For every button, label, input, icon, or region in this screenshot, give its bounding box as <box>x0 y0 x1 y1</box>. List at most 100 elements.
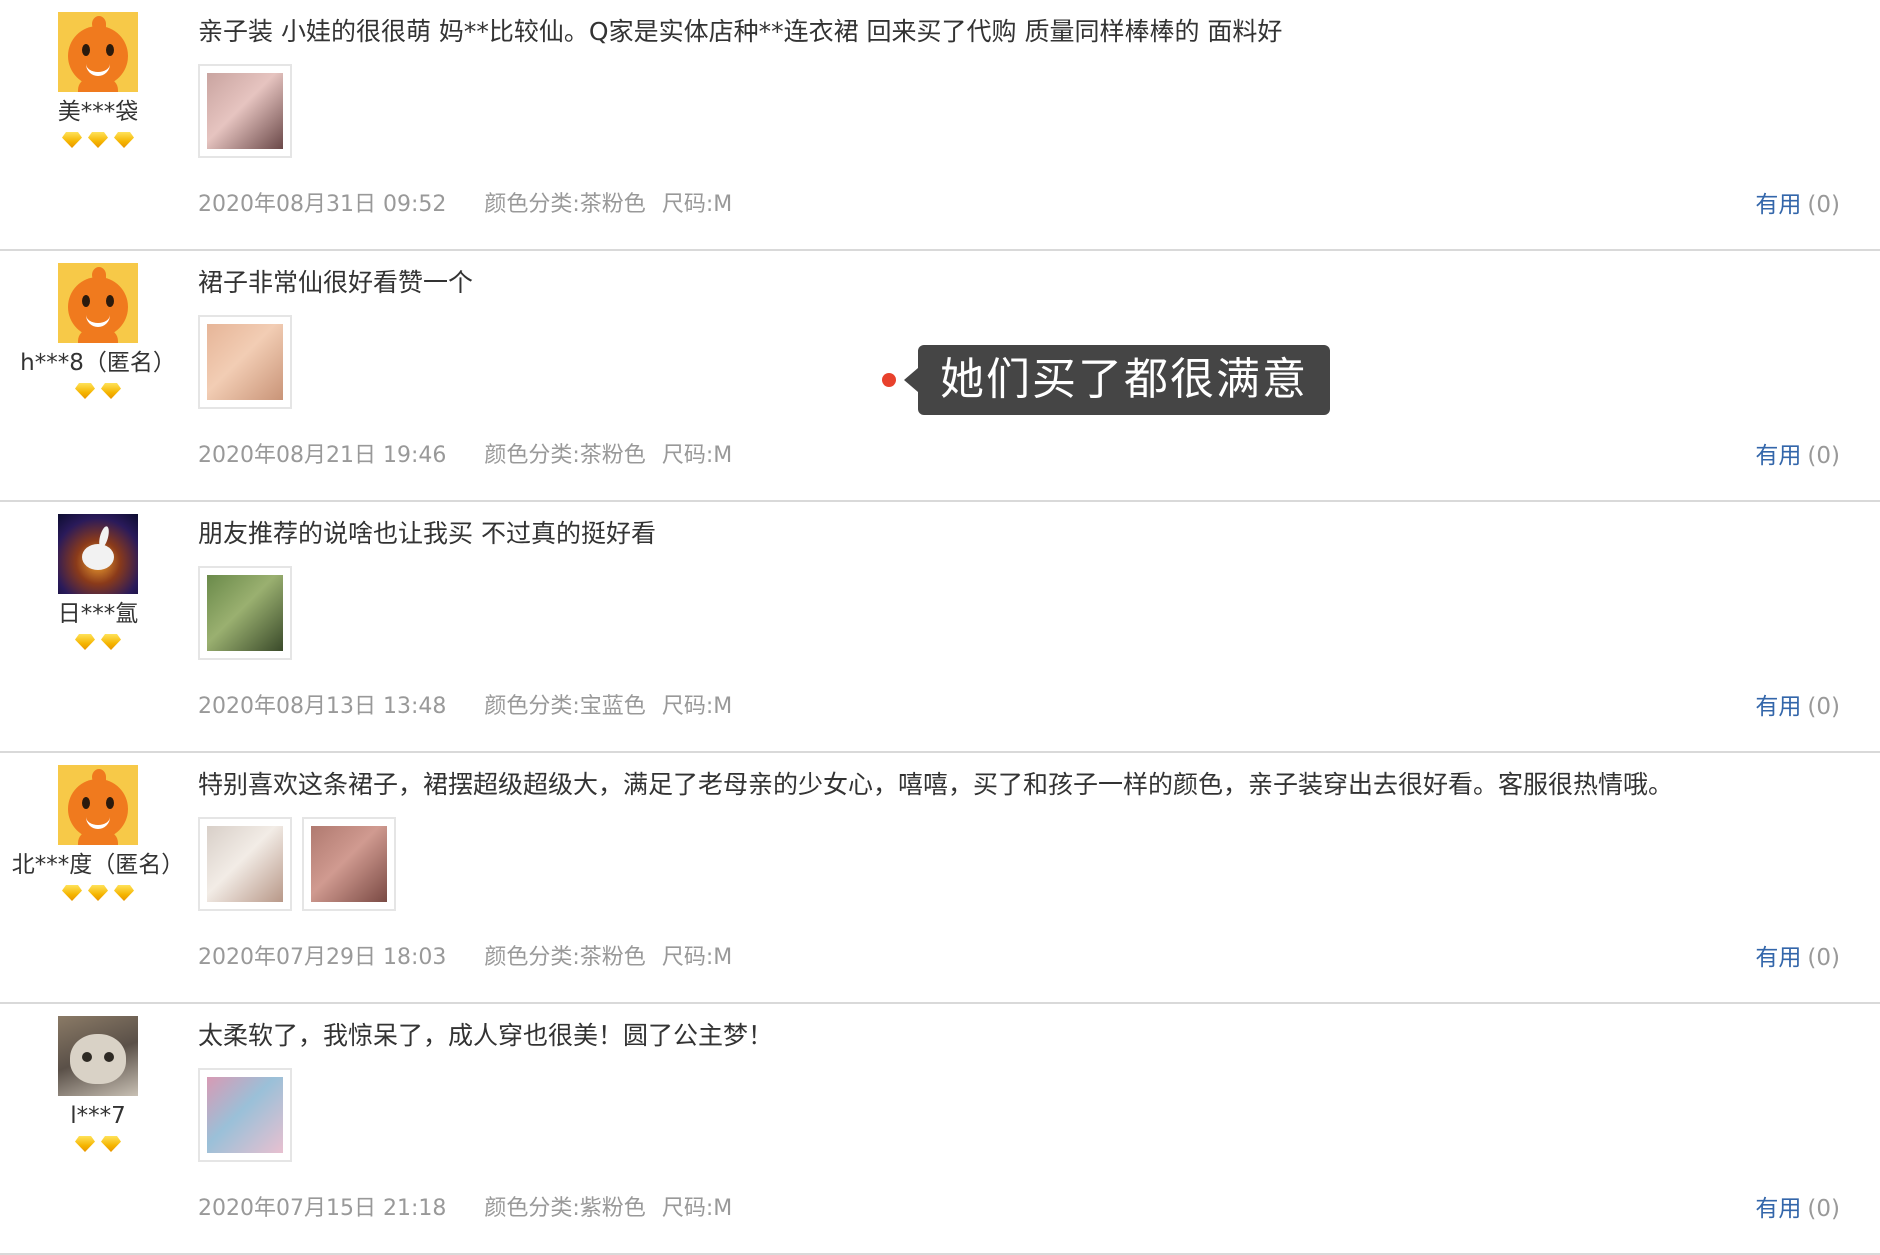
review-date: 2020年08月31日 09:52 <box>198 192 447 217</box>
avatar[interactable] <box>58 1016 138 1096</box>
reviewer-info: 北***度（匿名） <box>0 765 196 905</box>
review-photos <box>198 817 1860 913</box>
diamond-icon <box>62 132 82 148</box>
diamond-icon <box>75 383 95 399</box>
color-value: 紫粉色 <box>579 1196 646 1221</box>
review-content: 太柔软了，我惊呆了，成人穿也很美！圆了公主梦！ 2020年07月15日 21:18… <box>198 1016 1860 1222</box>
diamond-icon <box>101 383 121 399</box>
review-meta: 2020年08月31日 09:52 颜色分类:茶粉色 尺码:M <box>198 190 732 220</box>
review-meta: 2020年07月15日 21:18 颜色分类:紫粉色 尺码:M <box>198 1194 732 1224</box>
size-value: M <box>713 1196 733 1221</box>
reviewer-name[interactable]: 美***袋 <box>0 98 196 126</box>
diamond-icon <box>75 634 95 650</box>
useful-count: (0) <box>1807 694 1840 720</box>
color-value: 茶粉色 <box>579 443 646 468</box>
photo-image <box>207 324 283 400</box>
annotation-tooltip: 她们买了都很满意 <box>882 345 1330 415</box>
review-text: 裙子非常仙很好看赞一个 <box>198 268 474 297</box>
review-content: 朋友推荐的说啥也让我买 不过真的挺好看 2020年08月13日 13:48 颜色分类… <box>198 514 1860 720</box>
reviewer-info: 美***袋 <box>0 12 196 152</box>
review-content: 亲子装 小娃的很很萌 妈**比较仙。Q家是实体店种**连衣裙 回来买了代购 质量… <box>198 12 1860 218</box>
review-photo-thumbnail[interactable] <box>198 64 292 158</box>
reviewer-name[interactable]: l***7 <box>0 1102 196 1130</box>
color-value: 茶粉色 <box>579 945 646 970</box>
reviewer-info: 日***氲 <box>0 514 196 654</box>
useful-label[interactable]: 有用 <box>1755 192 1801 218</box>
size-value: M <box>713 694 733 719</box>
useful-button[interactable]: 有用 (0) <box>1755 1194 1840 1224</box>
color-label: 颜色分类: <box>484 945 580 970</box>
review-photos <box>198 1068 1860 1164</box>
diamond-icon <box>88 885 108 901</box>
reviewer-name[interactable]: 日***氲 <box>0 600 196 628</box>
diamond-icon <box>75 1136 95 1152</box>
reviewer-info: l***7 <box>0 1016 196 1156</box>
review-item: l***7 太柔软了，我惊呆了，成人穿也很美！圆了公主梦！ 2020年07月15日 … <box>0 1004 1880 1255</box>
size-label: 尺码: <box>661 694 714 719</box>
useful-count: (0) <box>1807 443 1840 469</box>
review-photos <box>198 64 1860 160</box>
diamond-icon <box>101 1136 121 1152</box>
diamond-icon <box>114 132 134 148</box>
useful-button[interactable]: 有用 (0) <box>1755 441 1840 471</box>
useful-button[interactable]: 有用 (0) <box>1755 190 1840 220</box>
diamond-icon <box>101 634 121 650</box>
useful-count: (0) <box>1807 1196 1840 1222</box>
avatar[interactable] <box>58 765 138 845</box>
color-label: 颜色分类: <box>484 192 580 217</box>
size-label: 尺码: <box>661 945 714 970</box>
review-text: 朋友推荐的说啥也让我买 不过真的挺好看 <box>198 519 656 548</box>
useful-label[interactable]: 有用 <box>1755 945 1801 971</box>
review-photo-thumbnail[interactable] <box>198 1068 292 1162</box>
red-dot-icon <box>882 373 896 387</box>
photo-image <box>207 826 283 902</box>
review-photo-thumbnail[interactable] <box>198 566 292 660</box>
review-date: 2020年08月21日 19:46 <box>198 443 447 468</box>
review-photo-thumbnail[interactable] <box>198 817 292 911</box>
reviewer-level <box>0 885 196 905</box>
avatar[interactable] <box>58 263 138 343</box>
review-photo-thumbnail[interactable] <box>302 817 396 911</box>
photo-image <box>207 1077 283 1153</box>
diamond-icon <box>114 885 134 901</box>
useful-label[interactable]: 有用 <box>1755 1196 1801 1222</box>
review-meta: 2020年08月13日 13:48 颜色分类:宝蓝色 尺码:M <box>198 692 732 722</box>
review-item: 美***袋 亲子装 小娃的很很萌 妈**比较仙。Q家是实体店种**连衣裙 回来买了… <box>0 0 1880 251</box>
review-date: 2020年07月15日 21:18 <box>198 1196 447 1221</box>
photo-image <box>207 575 283 651</box>
useful-count: (0) <box>1807 945 1840 971</box>
color-label: 颜色分类: <box>484 443 580 468</box>
useful-label[interactable]: 有用 <box>1755 443 1801 469</box>
color-value: 宝蓝色 <box>579 694 646 719</box>
review-item: 日***氲 朋友推荐的说啥也让我买 不过真的挺好看 2020年08月13日 13:4… <box>0 502 1880 753</box>
size-value: M <box>713 443 733 468</box>
reviewer-level <box>0 132 196 152</box>
tooltip-arrow <box>904 368 918 392</box>
useful-count: (0) <box>1807 192 1840 218</box>
review-item: 北***度（匿名） 特别喜欢这条裙子，裙摆超级超级大，满足了老母亲的少女心，嘻嘻，… <box>0 753 1880 1004</box>
useful-button[interactable]: 有用 (0) <box>1755 692 1840 722</box>
size-label: 尺码: <box>661 1196 714 1221</box>
useful-label[interactable]: 有用 <box>1755 694 1801 720</box>
review-text: 特别喜欢这条裙子，裙摆超级超级大，满足了老母亲的少女心，嘻嘻，买了和孩子一样的颜… <box>198 770 1674 799</box>
photo-image <box>311 826 387 902</box>
reviewer-info: h***8（匿名） <box>0 263 196 403</box>
diamond-icon <box>62 885 82 901</box>
review-meta: 2020年07月29日 18:03 颜色分类:茶粉色 尺码:M <box>198 943 732 973</box>
color-label: 颜色分类: <box>484 1196 580 1221</box>
review-photo-thumbnail[interactable] <box>198 315 292 409</box>
review-date: 2020年08月13日 13:48 <box>198 694 447 719</box>
reviewer-level <box>0 634 196 654</box>
size-label: 尺码: <box>661 192 714 217</box>
reviewer-name[interactable]: 北***度（匿名） <box>0 851 196 879</box>
review-list: 美***袋 亲子装 小娃的很很萌 妈**比较仙。Q家是实体店种**连衣裙 回来买了… <box>0 0 1880 1255</box>
size-label: 尺码: <box>661 443 714 468</box>
color-value: 茶粉色 <box>579 192 646 217</box>
avatar[interactable] <box>58 514 138 594</box>
photo-image <box>207 73 283 149</box>
useful-button[interactable]: 有用 (0) <box>1755 943 1840 973</box>
avatar[interactable] <box>58 12 138 92</box>
review-photos <box>198 566 1860 662</box>
size-value: M <box>713 945 733 970</box>
reviewer-name[interactable]: h***8（匿名） <box>0 349 196 377</box>
